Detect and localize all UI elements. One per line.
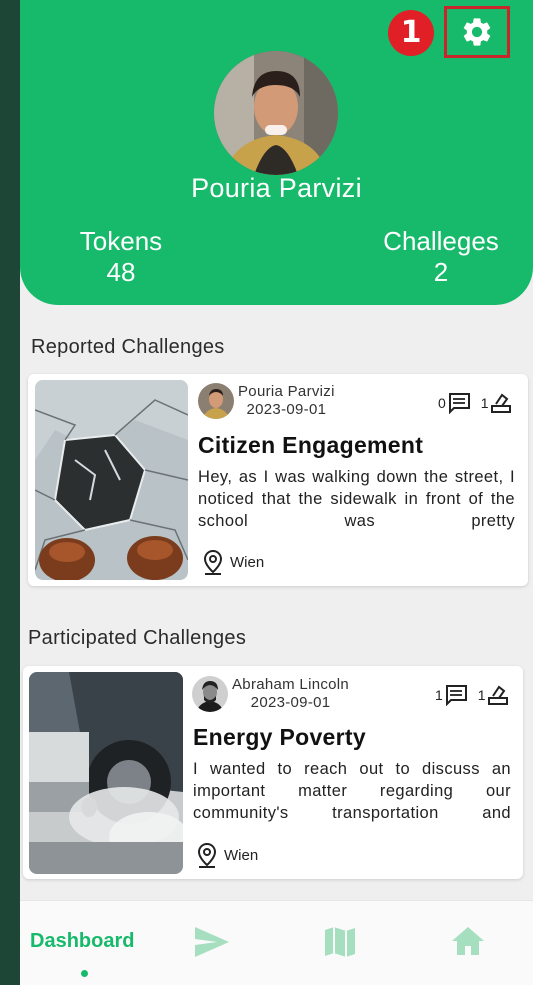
tokens-stat: Tokens 48 (72, 226, 170, 288)
app-screen: 1 Pouria Parvizi Tokens 48 Challeges 2 R… (20, 0, 533, 985)
author-name: Pouria Parvizi (238, 383, 335, 400)
profile-name: Pouria Parvizi (191, 173, 362, 203)
challenge-image (35, 380, 188, 580)
nav-map[interactable] (323, 925, 357, 964)
challenge-title[interactable]: Energy Poverty (193, 724, 366, 751)
challenges-stat: Challeges 2 (372, 226, 510, 288)
gear-icon (463, 18, 491, 46)
author-text: Abraham Lincoln 2023-09-01 (232, 676, 349, 712)
author-text: Pouria Parvizi 2023-09-01 (238, 383, 335, 419)
comment-count: 1 (435, 687, 443, 703)
vote-count: 1 (477, 687, 486, 703)
challenge-description: I wanted to reach out to discuss an impo… (193, 760, 511, 822)
author-name: Abraham Lincoln (232, 676, 350, 693)
reported-challenge-card[interactable]: Pouria Parvizi 2023-09-01 0 1 Citizen En… (28, 374, 528, 586)
map-icon (325, 927, 355, 957)
bottom-navigation: Dashboard (20, 900, 533, 985)
profile-header: 1 Pouria Parvizi Tokens 48 Challeges 2 (20, 0, 533, 305)
card-counts: 1 1 (435, 684, 509, 706)
nav-dashboard-label: Dashboard (30, 930, 135, 952)
vote-icon[interactable] (487, 684, 509, 706)
challenge-description: Hey, as I was walking down the street, I… (198, 468, 515, 530)
tokens-label: Tokens (79, 226, 163, 256)
location-label: Wien (224, 846, 259, 864)
participated-challenge-card[interactable]: Abraham Lincoln 2023-09-01 1 1 Energy Po… (23, 666, 523, 879)
comment-count: 0 (438, 395, 446, 411)
author-avatar[interactable] (192, 676, 228, 712)
active-indicator (81, 970, 88, 977)
nav-dashboard[interactable]: Dashboard (30, 930, 134, 953)
tokens-value: 48 (106, 257, 136, 287)
send-icon (195, 927, 229, 957)
reported-section-title: Reported Challenges (31, 336, 225, 358)
challenge-location: Wien (196, 842, 258, 868)
vote-icon[interactable] (490, 392, 512, 414)
author-avatar[interactable] (198, 383, 234, 419)
participated-section-title: Participated Challenges (28, 627, 247, 649)
challenge-location: Wien (202, 549, 264, 575)
post-date: 2023-09-01 (250, 694, 331, 711)
card-counts: 0 1 (438, 392, 512, 414)
comment-icon[interactable] (444, 684, 468, 706)
nav-send[interactable] (193, 925, 231, 964)
location-pin-icon (203, 549, 223, 575)
location-pin-icon (197, 842, 217, 868)
post-date: 2023-09-01 (246, 401, 327, 418)
settings-button[interactable] (444, 6, 510, 58)
location-label: Wien (230, 553, 265, 571)
vote-count: 1 (480, 395, 489, 411)
home-icon (452, 927, 484, 955)
challenge-title[interactable]: Citizen Engagement (198, 432, 423, 459)
annotation-badge: 1 (388, 10, 434, 56)
comment-icon[interactable] (447, 392, 471, 414)
challenges-label: Challeges (383, 226, 499, 256)
nav-home[interactable] (450, 925, 486, 962)
challenges-value: 2 (433, 257, 449, 287)
author-info: Pouria Parvizi 2023-09-01 (198, 383, 335, 419)
author-info: Abraham Lincoln 2023-09-01 (192, 676, 349, 712)
challenge-image (29, 672, 183, 874)
profile-avatar[interactable] (214, 51, 338, 175)
